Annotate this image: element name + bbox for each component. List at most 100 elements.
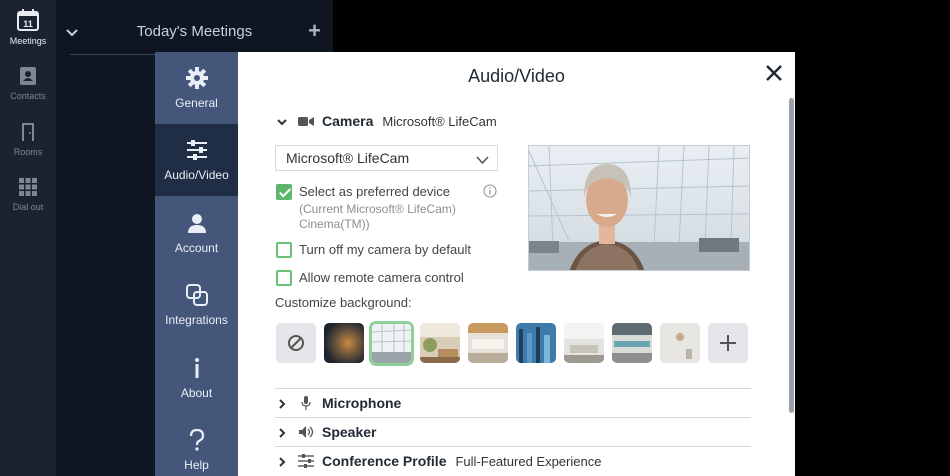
meetings-panel-header: Today's Meetings + [56,0,333,56]
nav-label: Audio/Video [164,168,229,182]
close-button[interactable] [764,63,784,83]
nav-item-help[interactable]: Help [155,414,238,476]
microphone-label: Microphone [322,395,402,411]
audio-video-dialog: Audio/Video Camera Microsoft® LifeCam Mi… [238,52,795,476]
app-rail: 11 Meetings Contacts Rooms Dial out [0,0,56,476]
chevron-right-icon [276,426,288,438]
cafe-thumbnail [420,323,460,363]
video-camera-icon [297,114,315,128]
turn-off-camera-checkbox[interactable] [276,242,292,258]
section-divider [275,417,751,418]
calendar-badge: 11 [23,19,33,29]
microphone-icon [297,396,315,410]
dialog-title: Audio/Video [468,66,565,86]
chevron-right-icon [276,455,288,467]
overlap-squares-icon [185,283,209,307]
rail-item-rooms[interactable]: Rooms [0,122,56,157]
settings-nav: General Audio/Video Account Integrations… [155,52,238,476]
sliders-icon [297,454,315,468]
door-icon [0,122,56,144]
remote-camera-control-checkbox[interactable] [276,270,292,286]
microphone-section-header[interactable]: Microphone [276,392,410,414]
turn-off-camera-row[interactable]: Turn off my camera by default [276,242,471,258]
preferred-device-label: Select as preferred device [299,184,451,199]
rail-item-contacts[interactable]: Contacts [0,66,56,101]
gear-icon [185,66,209,90]
camera-label: Camera [322,113,374,129]
calendar-icon: 11 [0,9,56,33]
blur-thumbnail [324,323,364,363]
background-open-office-button[interactable] [612,323,652,363]
chevron-right-icon [276,397,288,409]
turn-off-camera-label: Turn off my camera by default [299,242,471,257]
chevron-down-icon [476,152,489,168]
nav-label: Account [174,241,219,255]
nav-item-about[interactable]: About [155,342,238,414]
nav-label: General [175,96,218,110]
remote-camera-control-row[interactable]: Allow remote camera control [276,270,464,286]
camera-device-name: Microsoft® LifeCam [382,113,497,129]
chevron-down-icon [276,115,288,127]
background-none-button[interactable] [276,323,316,363]
background-options [275,321,755,366]
background-wall-button[interactable] [660,323,700,363]
nav-item-audio-video[interactable]: Audio/Video [155,124,238,196]
conference-profile-value: Full-Featured Experience [455,453,602,469]
customize-background-label: Customize background: [275,295,412,310]
camera-device-select[interactable]: Microsoft® LifeCam [275,145,498,171]
add-background-button[interactable] [708,323,748,363]
rail-item-meetings[interactable]: 11 Meetings [0,9,56,46]
nav-label: Help [184,458,209,472]
rail-label: Meetings [9,36,47,46]
nav-item-account[interactable]: Account [155,197,238,269]
preferred-device-checkbox[interactable] [276,184,292,200]
nav-label: Integrations [165,313,228,327]
office-thumbnail [372,324,411,363]
no-background-icon [288,335,304,351]
current-device-hint: (Current Microsoft® LifeCam) Cinema(TM)) [299,202,489,232]
background-lobby-button[interactable] [468,323,508,363]
screen: 11 Meetings Contacts Rooms Dial out Toda… [0,0,950,476]
lobby-thumbnail [468,323,508,363]
camera-preview-image [529,146,749,270]
nav-item-integrations[interactable]: Integrations [155,269,238,341]
hint-line: Cinema(TM)) [299,217,370,231]
remote-camera-control-label: Allow remote camera control [299,270,464,285]
camera-section-header[interactable]: Camera Microsoft® LifeCam [276,110,497,132]
open-office-thumbnail [612,323,652,363]
speaker-section-header[interactable]: Speaker [276,421,385,443]
background-cafe-button[interactable] [420,323,460,363]
nav-item-general[interactable]: General [155,52,238,124]
conference-profile-label: Conference Profile [322,453,447,469]
info-i-icon [185,356,209,380]
nav-label: About [180,386,213,400]
question-icon [185,428,209,452]
city-thumbnail [516,323,556,363]
hint-line: (Current Microsoft® LifeCam) [299,202,456,216]
speaker-icon [297,425,315,439]
info-icon[interactable] [483,184,497,198]
meeting-room-thumbnail [564,323,604,363]
preferred-device-row[interactable]: Select as preferred device [276,184,450,200]
plus-icon [720,335,736,351]
section-divider [275,446,751,447]
background-blur-button[interactable] [324,323,364,363]
add-meeting-button[interactable]: + [308,20,321,42]
rail-label: Contacts [10,91,46,101]
background-city-button[interactable] [516,323,556,363]
rail-item-dial-out[interactable]: Dial out [0,177,56,212]
background-office-selected[interactable] [369,321,414,366]
conference-profile-section-header[interactable]: Conference Profile Full-Featured Experie… [276,450,601,472]
rail-label: Dial out [12,202,44,212]
dialpad-icon [0,177,56,199]
sliders-icon [185,138,209,162]
meetings-panel-title: Today's Meetings [136,23,253,40]
camera-select-value: Microsoft® LifeCam [286,150,410,166]
section-divider [275,388,751,389]
close-icon [766,65,782,81]
background-meeting-room-button[interactable] [564,323,604,363]
camera-preview [528,145,750,271]
wall-thumbnail [660,323,700,363]
scrollbar-thumb[interactable] [789,98,794,413]
scrollbar[interactable] [787,98,795,476]
